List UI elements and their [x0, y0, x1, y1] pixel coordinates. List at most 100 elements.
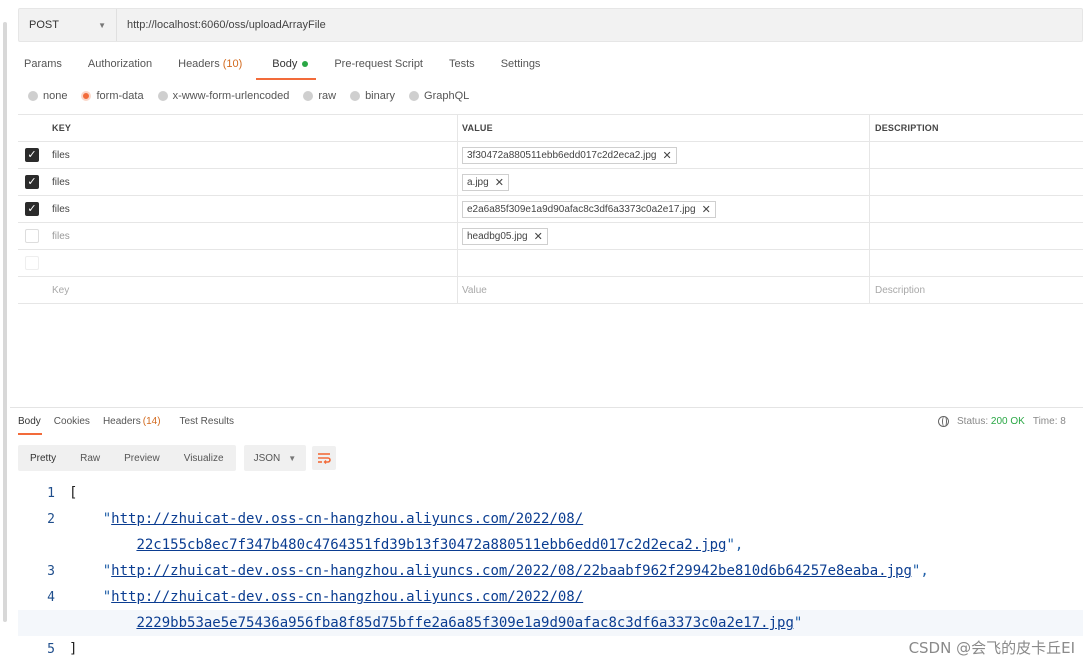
close-icon[interactable]: ✕ [495, 176, 504, 189]
url-link[interactable]: 2229bb53ae5e75436a956fba8f85d75bffe2a6a8… [136, 615, 793, 631]
tab-cookies[interactable]: Cookies [48, 413, 97, 435]
row-checkbox[interactable] [25, 229, 39, 243]
radio-icon [28, 91, 38, 101]
close-icon[interactable]: ✕ [702, 203, 711, 216]
view-mode-group: Pretty Raw Preview Visualize [18, 445, 236, 471]
radio-label: form-data [96, 90, 144, 102]
tab-test-results[interactable]: Test Results [168, 413, 241, 435]
row-checkbox[interactable]: ✓ [25, 175, 39, 189]
key-cell[interactable] [46, 250, 458, 276]
tab-settings[interactable]: Settings [487, 56, 553, 78]
url-input[interactable]: http://localhost:6060/oss/uploadArrayFil… [117, 19, 326, 31]
body-type-radios: none form-data x-www-form-urlencoded raw… [28, 90, 469, 102]
radio-icon [409, 91, 420, 101]
tab-response-body[interactable]: Body [18, 413, 48, 435]
scrollbar[interactable] [3, 22, 7, 622]
radio-form-data[interactable]: form-data [81, 90, 144, 102]
format-label: JSON [253, 452, 281, 464]
code-text: "http://zhuicat-dev.oss-cn-hangzhou.aliy… [102, 589, 584, 605]
key-cell[interactable]: files [52, 150, 70, 161]
radio-binary[interactable]: binary [350, 90, 395, 102]
description-cell[interactable] [870, 223, 1083, 249]
radio-none[interactable]: none [28, 90, 67, 102]
close-icon[interactable]: ✕ [662, 149, 671, 162]
column-header-description: DESCRIPTION [875, 123, 939, 133]
radio-raw[interactable]: raw [303, 90, 336, 102]
radio-icon [157, 91, 168, 101]
time-info[interactable]: Time: 8 [1033, 416, 1066, 427]
globe-icon[interactable] [938, 416, 949, 427]
file-chip: 3f30472a880511ebb6edd017c2d2eca2.jpg ✕ [462, 146, 677, 164]
response-divider[interactable] [10, 407, 1083, 408]
tab-label: Headers [102, 416, 141, 427]
tab-label: Body [18, 416, 41, 427]
url-link[interactable]: http://zhuicat-dev.oss-cn-hangzhou.aliyu… [111, 589, 583, 605]
description-cell[interactable] [870, 142, 1083, 168]
line-number: 5 [47, 641, 55, 657]
view-mode-pretty[interactable]: Pretty [18, 445, 68, 471]
tab-pre-request-script[interactable]: Pre-request Script [320, 56, 435, 78]
tab-body[interactable]: Body [254, 56, 320, 80]
key-cell[interactable]: files [52, 204, 70, 215]
status-info: Status: 200 OK [957, 416, 1025, 427]
description-cell[interactable] [870, 196, 1083, 222]
file-chip: a.jpg ✕ [462, 173, 509, 191]
description-cell[interactable] [870, 250, 1083, 276]
line-number: 4 [47, 589, 55, 605]
key-cell[interactable]: files [52, 177, 70, 188]
radio-selected-icon [81, 91, 92, 101]
tab-tests[interactable]: Tests [435, 56, 487, 78]
code-line-wrap: 2229bb53ae5e75436a956fba8f85d75bffe2a6a8… [18, 610, 1083, 636]
radio-x-www-form-urlencoded[interactable]: x-www-form-urlencoded [157, 90, 290, 102]
chevron-down-icon: ▼ [98, 20, 106, 30]
tab-label: Pre-request Script [334, 58, 423, 70]
table-row: ✓ files e2a6a85f309e1a9d90afac8c3df6a337… [18, 196, 1083, 223]
code-text: "http://zhuicat-dev.oss-cn-hangzhou.aliy… [102, 511, 584, 527]
line-number: 1 [47, 485, 55, 501]
description-cell[interactable] [870, 169, 1083, 195]
radio-label: none [43, 90, 68, 102]
url-link[interactable]: 22c155cb8ec7f347b480c4764351fd39b13f3047… [136, 537, 726, 553]
value-input[interactable]: Value [462, 285, 487, 296]
radio-graphql[interactable]: GraphQL [409, 90, 469, 102]
radio-label: x-www-form-urlencoded [172, 90, 290, 102]
tab-label: Headers [178, 58, 220, 70]
line-number: 3 [47, 563, 55, 579]
response-code[interactable]: 1 [ 2 "http://zhuicat-dev.oss-cn-hangzho… [18, 480, 1083, 662]
file-chip: headbg05.jpg ✕ [462, 227, 548, 245]
value-cell[interactable] [458, 250, 870, 276]
form-data-table: KEY VALUE DESCRIPTION ✓ files 3f30472a88… [18, 114, 1083, 304]
method-select[interactable]: POST ▼ [19, 9, 117, 41]
table-row: files headbg05.jpg ✕ [18, 223, 1083, 250]
code-line: 2 "http://zhuicat-dev.oss-cn-hangzhou.al… [18, 506, 1083, 532]
key-input[interactable]: Key [52, 285, 69, 296]
key-cell[interactable]: files [52, 231, 70, 242]
tab-params[interactable]: Params [18, 56, 74, 78]
wrap-lines-icon [318, 453, 331, 464]
view-mode-raw[interactable]: Raw [68, 445, 112, 471]
table-header-row: KEY VALUE DESCRIPTION [18, 115, 1083, 142]
description-input[interactable]: Description [875, 285, 925, 296]
header-spacer [18, 115, 46, 141]
left-scroll-rail [0, 0, 10, 665]
headers-count: (10) [222, 58, 243, 70]
tab-authorization[interactable]: Authorization [74, 56, 164, 78]
status-badge[interactable]: 200 OK [991, 416, 1025, 427]
url-link[interactable]: http://zhuicat-dev.oss-cn-hangzhou.aliyu… [111, 511, 583, 527]
format-select[interactable]: JSON ▼ [243, 445, 307, 471]
status-label: Status: [957, 416, 989, 427]
view-mode-visualize[interactable]: Visualize [172, 445, 236, 471]
wrap-lines-button[interactable] [312, 446, 337, 470]
tab-response-headers[interactable]: Headers (14) [97, 413, 168, 435]
row-checkbox[interactable] [25, 256, 39, 270]
chevron-down-icon: ▼ [288, 453, 297, 463]
code-line: 3 "http://zhuicat-dev.oss-cn-hangzhou.al… [18, 558, 1083, 584]
view-mode-preview[interactable]: Preview [112, 445, 172, 471]
radio-icon [350, 91, 361, 101]
row-checkbox[interactable]: ✓ [25, 148, 39, 162]
tab-headers[interactable]: Headers (10) [164, 56, 254, 78]
tab-label: Settings [500, 58, 541, 70]
close-icon[interactable]: ✕ [534, 230, 543, 243]
url-link[interactable]: http://zhuicat-dev.oss-cn-hangzhou.aliyu… [111, 563, 912, 579]
row-checkbox[interactable]: ✓ [25, 202, 39, 216]
